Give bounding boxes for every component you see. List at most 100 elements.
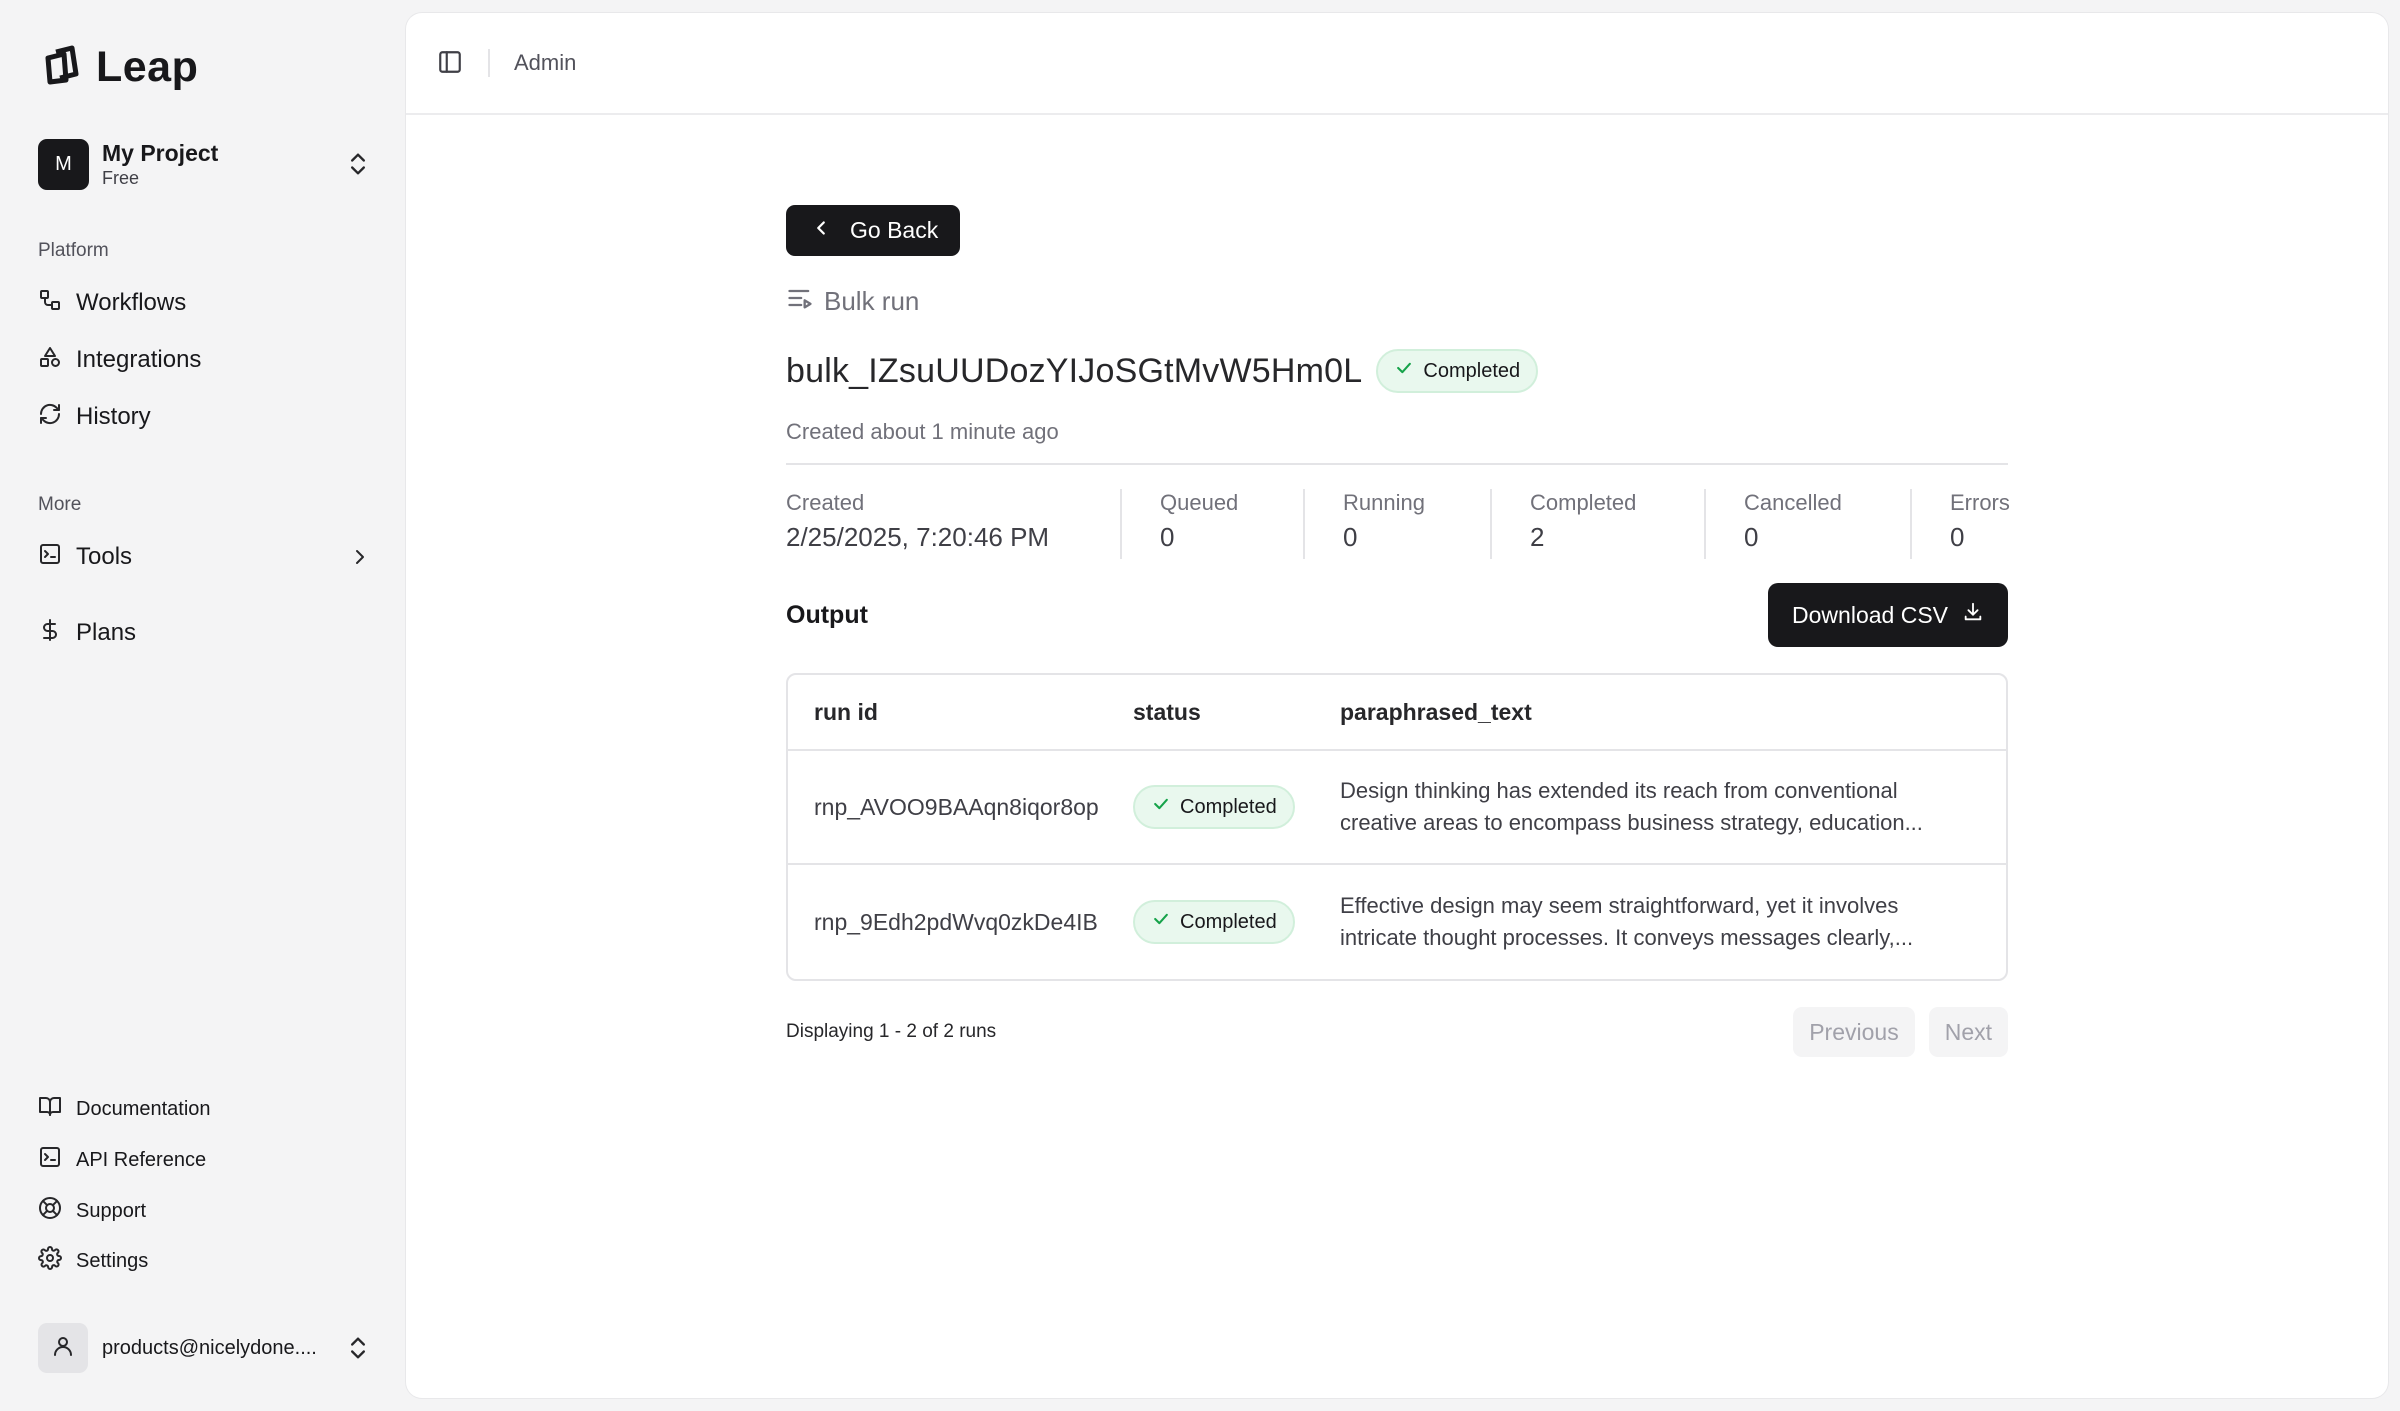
sidebar-item-plans[interactable]: Plans xyxy=(38,611,372,655)
status-badge-label: Completed xyxy=(1180,910,1277,933)
sidebar-item-integrations[interactable]: Integrations xyxy=(38,338,372,382)
sidebar: Leap M My Project Free Platform Workflow… xyxy=(0,0,405,1411)
cell-status: Completed xyxy=(1133,900,1340,944)
column-header-paraphrased-text[interactable]: paraphrased_text xyxy=(1340,699,2006,726)
dollar-icon xyxy=(38,618,62,649)
project-plan: Free xyxy=(102,168,140,188)
output-title: Output xyxy=(786,600,868,629)
stat-value: 0 xyxy=(1950,522,1965,552)
status-badge: Completed xyxy=(1133,900,1295,944)
stat-label: Created xyxy=(786,490,865,515)
output-table: run id status paraphrased_text rnp_AVOO9… xyxy=(786,673,2008,981)
stat-value: 0 xyxy=(1343,522,1358,552)
pagination-summary: Displaying 1 - 2 of 2 runs xyxy=(786,1021,997,1042)
lifebuoy-icon xyxy=(38,1196,62,1226)
project-avatar: M xyxy=(38,138,89,190)
column-header-run-id[interactable]: run id xyxy=(788,699,1133,726)
sidebar-item-settings[interactable]: Settings xyxy=(38,1242,372,1280)
status-badge-label: Completed xyxy=(1423,359,1521,382)
paraphrased-text: Effective design may seem straightforwar… xyxy=(1340,893,1914,950)
terminal-icon xyxy=(38,1145,62,1175)
sidebar-item-label: Plans xyxy=(76,619,137,646)
table-row[interactable]: rnp_AVOO9BAAqn8iqor8op Completed Design … xyxy=(788,751,2006,865)
cell-run-id[interactable]: rnp_9Edh2pdWvq0zkDe4IB xyxy=(788,909,1133,936)
sidebar-item-documentation[interactable]: Documentation xyxy=(38,1090,372,1128)
sidebar-item-tools[interactable]: Tools xyxy=(38,535,372,579)
bulk-run-detail: Go Back Bulk run bulk_IZsuUUDozYIJoSGtMv… xyxy=(786,205,2010,1057)
sidebar-item-workflows[interactable]: Workflows xyxy=(38,281,372,325)
output-header: Output Download CSV xyxy=(786,583,2008,647)
created-timestamp: Created about 1 minute ago xyxy=(786,419,1059,444)
stat-cancelled: Cancelled 0 xyxy=(1706,489,1912,559)
chevrons-up-down-icon xyxy=(344,150,372,178)
stat-label: Running xyxy=(1343,490,1425,515)
cell-run-id[interactable]: rnp_AVOO9BAAqn8iqor8op xyxy=(788,794,1133,821)
stat-label: Errors xyxy=(1950,490,2010,515)
sidebar-item-label: Documentation xyxy=(76,1097,211,1120)
stat-label: Cancelled xyxy=(1744,490,1842,515)
status-badge: Completed xyxy=(1133,785,1295,829)
gear-icon xyxy=(38,1246,62,1276)
user-menu[interactable]: products@nicelydone.... xyxy=(38,1322,372,1374)
project-name: My Project xyxy=(102,140,219,166)
shapes-icon xyxy=(38,345,62,376)
topbar: Admin xyxy=(406,13,2388,115)
sidebar-item-label: Support xyxy=(76,1199,147,1222)
sidebar-item-support[interactable]: Support xyxy=(38,1192,372,1230)
list-play-icon xyxy=(786,284,814,319)
chevrons-up-down-icon xyxy=(344,1334,372,1362)
download-csv-label: Download CSV xyxy=(1792,601,1948,628)
cell-paraphrased-text: Design thinking has extended its reach f… xyxy=(1340,775,2006,839)
download-csv-button[interactable]: Download CSV xyxy=(1768,583,2008,647)
breadcrumb[interactable]: Admin xyxy=(514,50,576,76)
sidebar-item-label: Settings xyxy=(76,1249,149,1272)
panel-left-icon xyxy=(437,49,463,78)
terminal-icon xyxy=(38,542,62,573)
status-badge: Completed xyxy=(1376,349,1539,393)
brand-logo[interactable]: Leap xyxy=(42,42,198,92)
sidebar-item-history[interactable]: History xyxy=(38,395,372,439)
stat-created: Created 2/25/2025, 7:20:46 PM xyxy=(786,489,1122,559)
cell-status: Completed xyxy=(1133,785,1340,829)
sidebar-item-api-reference[interactable]: API Reference xyxy=(38,1141,372,1179)
go-back-label: Go Back xyxy=(850,217,939,243)
paraphrased-text: Design thinking has extended its reach f… xyxy=(1340,778,1923,835)
leap-logo-icon xyxy=(42,44,82,91)
sidebar-item-label: Workflows xyxy=(76,289,187,316)
stat-label: Queued xyxy=(1160,490,1239,515)
topbar-divider xyxy=(488,49,490,77)
platform-section-label: Platform xyxy=(38,240,109,261)
cell-paraphrased-text: Effective design may seem straightforwar… xyxy=(1340,890,2006,954)
next-page-button[interactable]: Next xyxy=(1928,1007,2008,1057)
more-section-label: More xyxy=(38,494,82,515)
stat-value: 0 xyxy=(1160,522,1175,552)
sidebar-item-label: History xyxy=(76,403,151,430)
run-type-label: Bulk run xyxy=(824,286,920,316)
book-icon xyxy=(38,1094,62,1124)
refresh-icon xyxy=(38,402,62,433)
divider xyxy=(786,463,2008,465)
table-header-row: run id status paraphrased_text xyxy=(788,675,2006,751)
column-header-status[interactable]: status xyxy=(1133,699,1340,726)
sidebar-item-label: Tools xyxy=(76,543,133,570)
pagination: Displaying 1 - 2 of 2 runs Previous Next xyxy=(786,1007,2008,1057)
main-panel: Admin Go Back Bulk run bulk_IZsuUUDozYIJ… xyxy=(406,13,2388,1398)
go-back-button[interactable]: Go Back xyxy=(786,205,961,256)
table-row[interactable]: rnp_9Edh2pdWvq0zkDe4IB Completed Effecti… xyxy=(788,865,2006,979)
sidebar-item-label: Integrations xyxy=(76,346,202,373)
pagination-buttons: Previous Next xyxy=(1793,1007,2008,1057)
sidebar-item-label: API Reference xyxy=(76,1148,207,1171)
previous-page-button[interactable]: Previous xyxy=(1793,1007,1915,1057)
check-icon xyxy=(1394,358,1414,384)
project-switcher[interactable]: M My Project Free xyxy=(38,138,372,190)
status-badge-label: Completed xyxy=(1180,795,1277,818)
stat-completed: Completed 2 xyxy=(1492,489,1706,559)
sidebar-toggle-button[interactable] xyxy=(434,47,466,79)
stat-queued: Queued 0 xyxy=(1122,489,1305,559)
app-root: Leap M My Project Free Platform Workflow… xyxy=(0,0,2400,1411)
page-title: bulk_IZsuUUDozYIJoSGtMvW5Hm0L xyxy=(786,351,1363,390)
avatar xyxy=(38,1323,88,1373)
chevron-left-icon xyxy=(810,217,832,245)
stat-errors: Errors 0 xyxy=(1912,489,2010,559)
stat-value: 2/25/2025, 7:20:46 PM xyxy=(786,522,1050,552)
